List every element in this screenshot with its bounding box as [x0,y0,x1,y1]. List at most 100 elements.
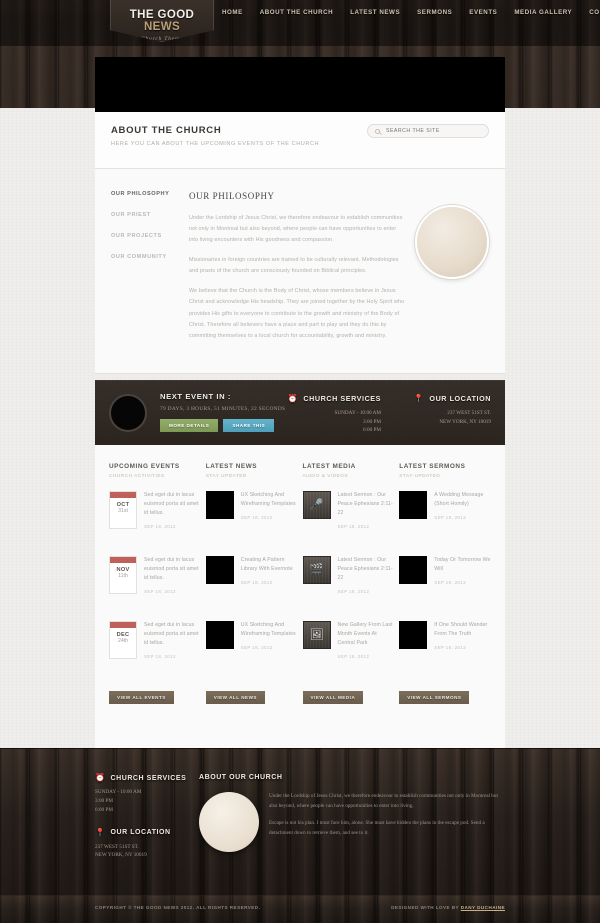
share-this-button[interactable]: SHARE THIS [223,419,275,432]
sermon-date: SEP 18, 2012 [434,645,467,651]
philosophy-heading: OUR PHILOSOPHY [189,191,275,201]
view-all-events-button[interactable]: VIEW ALL EVENTS [109,691,174,704]
sermon-title[interactable]: A Wedding Message (Short Homily) [434,491,491,509]
sermon-date: SEP 18, 2012 [434,580,467,586]
column-subheading: AUDIO & VIDEOS [302,474,348,479]
list-item[interactable]: 🎤 Latest Sermon : Our Peace Ephesians 2:… [302,491,395,539]
microphone-icon: 🎤 [302,491,331,519]
list-item[interactable]: If One Should Wander From The Truth SEP … [399,621,491,669]
media-title[interactable]: Latest Sermon : Our Peace Ephesians 2:11… [338,491,395,518]
view-all-sermons-button[interactable]: VIEW ALL SERMONS [399,691,470,704]
search-box[interactable] [367,124,489,138]
photo-icon: 🖼 [302,621,331,649]
logo-text-part1: THE GOOD [129,9,195,21]
media-date: SEP 18, 2012 [337,524,370,530]
map-pin-icon: 📍 [95,827,106,837]
event-title[interactable]: Sed eget dui in lacus euismod porta sit … [144,491,201,518]
footer-about-paragraph-1: Under the Lordship of Jesus Christ, we t… [269,793,498,809]
event-title[interactable]: Sed eget dui in lacus euismod porta sit … [144,621,201,648]
designer-link[interactable]: DANY DUCHAINE [461,905,505,910]
sidebar-item-our-philosophy[interactable]: OUR PHILOSOPHY [111,191,189,197]
media-title[interactable]: Latest Sermon : Our Peace Ephesians 2:11… [338,556,395,583]
column-latest-sermons: LATEST SERMONS STAY UPDATED A Wedding Me… [399,463,491,704]
search-input[interactable] [386,128,481,134]
column-heading: LATEST MEDIA [302,463,356,470]
sermon-thumbnail [399,491,428,519]
countdown-block: NEXT EVENT IN : 79 DAYS, 3 HOURS, 51 MIN… [160,392,285,433]
list-item[interactable]: UX Sketching And Wireframing Templates S… [205,491,298,539]
news-title[interactable]: UX Sketching And Wireframing Templates [241,491,298,509]
news-text: Creating A Pattern Library With Evernote… [241,556,298,604]
news-date: SEP 18, 2012 [240,580,273,586]
event-text: Sed eget dui in lacus euismod porta sit … [144,556,201,604]
nav-item-home[interactable]: HOME [222,9,243,16]
list-item[interactable]: Creating A Pattern Library With Evernote… [205,556,298,604]
logo-text-part2: NEWS [143,21,181,33]
nav-item-sermons[interactable]: SERMONS [417,9,452,16]
band-church-services: ⏰ CHURCH SERVICES SUNDAY - 10:00 AM 3:00… [288,394,381,435]
event-date-box: OCT 31st [109,491,137,529]
countdown-band: NEXT EVENT IN : 79 DAYS, 3 HOURS, 51 MIN… [95,380,505,445]
sidebar-item-our-community[interactable]: OUR COMMUNITY [111,254,189,260]
band-location-heading: 📍 OUR LOCATION [414,394,491,403]
philosophy-photo [415,205,489,279]
sermon-thumbnail [399,621,428,649]
column-subheading: CHURCH ACTIVITIES [109,474,165,479]
column-heading: UPCOMING EVENTS [109,463,180,470]
news-date: SEP 18, 2012 [240,515,273,521]
philosophy-content: OUR PHILOSOPHY Under the Lordship of Jes… [189,191,415,351]
media-title[interactable]: New Gallery From Last Month Events At Ce… [338,621,395,648]
logo-text: THE GOOD NEWS [111,9,213,33]
list-item[interactable]: A Wedding Message (Short Homily) SEP 18,… [399,491,491,539]
news-title[interactable]: Creating A Pattern Library With Evernote [241,556,298,574]
column-subheading: STAY UPDATED [399,474,441,479]
sidebar-item-our-projects[interactable]: OUR PROJECTS [111,233,189,239]
clapperboard-icon: 🎬 [302,556,331,584]
event-posted-date: SEP 18, 2012 [144,654,176,660]
list-item[interactable]: NOV 11th Sed eget dui in lacus euismod p… [109,556,201,604]
news-thumbnail [205,491,234,519]
event-title[interactable]: Sed eget dui in lacus euismod porta sit … [144,556,201,583]
nav-item-about-the-church[interactable]: ABOUT THE CHURCH [260,9,333,16]
news-date: SEP 18, 2012 [240,645,273,651]
footer-location-lines: 237 WEST 51ST ST. NEW YORK, NY 10019 [95,843,147,859]
list-item[interactable]: OCT 31st Sed eget dui in lacus euismod p… [109,491,201,539]
page-root: THE GOOD NEWS Church Theme HOME ABOUT TH… [0,0,600,923]
sermon-text: A Wedding Message (Short Homily) SEP 18,… [434,491,491,539]
band-location-heading-text: OUR LOCATION [429,394,491,403]
media-text: Latest Sermon : Our Peace Ephesians 2:11… [338,491,395,539]
nav-item-latest-news[interactable]: LATEST NEWS [350,9,400,16]
view-all-news-button[interactable]: VIEW ALL NEWS [205,691,265,704]
philosophy-section: OUR PHILOSOPHY OUR PRIEST OUR PROJECTS O… [95,169,505,374]
photo-glyph: 🖼 [309,628,324,641]
footer-about-paragraph-2: Escape is not his plan. I must face him,… [269,820,485,836]
list-item[interactable]: Today Or Tomorrow We Will SEP 18, 2012 [399,556,491,604]
news-title[interactable]: UX Sketching And Wireframing Templates [241,621,298,639]
clapperboard-glyph: 🎬 [309,563,324,576]
footer-photo [199,792,259,852]
sidebar-item-our-priest[interactable]: OUR PRIEST [111,212,189,218]
column-upcoming-events: UPCOMING EVENTS CHURCH ACTIVITIES OCT 31… [109,463,201,704]
column-subheading: STAY UPDATED [205,474,247,479]
band-services-heading-text: CHURCH SERVICES [303,394,381,403]
footer-about-heading: ABOUT OUR CHURCH [199,774,283,781]
countdown-heading: NEXT EVENT IN : [160,392,232,401]
sermon-title[interactable]: Today Or Tomorrow We Will [434,556,491,574]
list-item[interactable]: 🖼 New Gallery From Last Month Events At … [302,621,395,669]
view-all-media-button[interactable]: VIEW ALL MEDIA [302,691,364,704]
list-item[interactable]: DEC 24th Sed eget dui in lacus euismod p… [109,621,201,669]
sermon-title[interactable]: If One Should Wander From The Truth [434,621,491,639]
nav-item-events[interactable]: EVENTS [469,9,497,16]
media-date: SEP 18, 2012 [337,589,370,595]
news-thumbnail [205,556,234,584]
nav-item-media-gallery[interactable]: MEDIA GALLERY [514,9,572,16]
footer-about-text: Under the Lordship of Jesus Christ, we t… [269,792,505,852]
footer-services-heading-text: CHURCH SERVICES [110,774,187,782]
more-details-button[interactable]: MORE DETAILS [160,419,219,432]
sermons-list: A Wedding Message (Short Homily) SEP 18,… [399,491,491,669]
list-item[interactable]: 🎬 Latest Sermon : Our Peace Ephesians 2:… [302,556,395,604]
site-footer: ⏰ CHURCH SERVICES SUNDAY - 10:00 AM 3:00… [0,748,600,895]
philosophy-sidebar: OUR PHILOSOPHY OUR PRIEST OUR PROJECTS O… [111,191,189,351]
nav-item-contact-us[interactable]: CONTACT US [589,9,600,16]
list-item[interactable]: UX Sketching And Wireframing Templates S… [205,621,298,669]
